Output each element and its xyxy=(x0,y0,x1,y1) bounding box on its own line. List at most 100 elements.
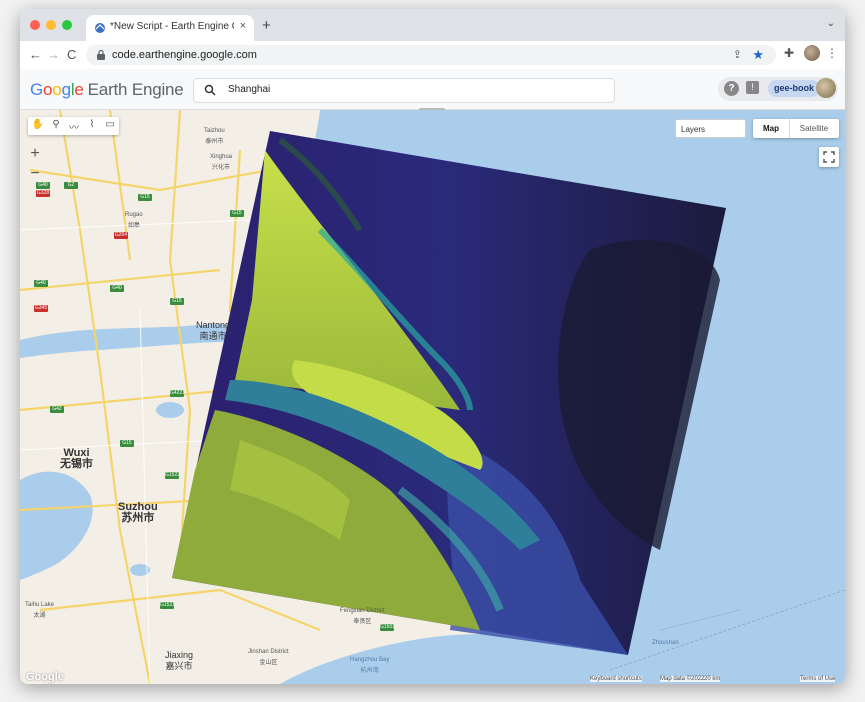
place-label: Fengxian District 奉贤区 xyxy=(340,606,385,628)
place-name-en: Nantong xyxy=(196,320,231,330)
pan-hand-icon[interactable]: ✋ xyxy=(29,119,47,133)
road-shield: G345 xyxy=(34,305,48,312)
share-icon[interactable]: ⇪ xyxy=(733,48,742,61)
zoom-controls: + − xyxy=(27,144,43,184)
keyboard-shortcuts-link[interactable]: Keyboard shortcuts xyxy=(590,676,642,682)
fullscreen-icon xyxy=(823,151,835,163)
draw-rectangle-icon[interactable]: ▭ xyxy=(101,119,119,133)
reload-button[interactable]: C xyxy=(67,47,76,62)
place-name-en: Xinghua xyxy=(210,154,233,160)
place-name-en: Taizhou xyxy=(204,128,225,134)
add-marker-icon[interactable]: ⚲ xyxy=(47,119,65,133)
back-button[interactable]: ← xyxy=(29,47,42,62)
browser-window: *New Script - Earth Engine Co × + ⌄ ← → … xyxy=(20,9,845,684)
place-name-zh: 南通市 xyxy=(199,331,227,341)
road-shield: G204 xyxy=(114,232,128,239)
address-bar-row: ← → C code.earthengine.google.com ⇪ ★ ✚ … xyxy=(20,41,845,70)
fullscreen-button[interactable] xyxy=(819,147,839,167)
draw-polygon-icon[interactable]: ⌇ xyxy=(83,119,101,133)
draw-line-icon[interactable]: 〰 xyxy=(65,119,83,134)
place-name-zh: 太湖 xyxy=(33,613,46,619)
help-icon[interactable]: ? xyxy=(724,81,739,96)
place-label: Zhoushan xyxy=(652,638,679,649)
feedback-icon[interactable]: ! xyxy=(746,81,759,94)
place-name-zh: 无锡市 xyxy=(60,458,93,470)
close-window-icon[interactable] xyxy=(30,20,40,30)
place-name-en: Taihu Lake xyxy=(25,602,55,608)
place-label: Rugao 如皋 xyxy=(125,210,143,232)
logo-product-name: Earth Engine xyxy=(87,80,184,99)
gee-header: Google Earth Engine Shanghai ? ! gee-book xyxy=(20,69,845,110)
zoom-out-button[interactable]: − xyxy=(27,164,43,184)
place-name-zh: 苏州市 xyxy=(121,512,155,524)
place-label: Taihu Lake 太湖 xyxy=(25,600,54,622)
account-controls: ? ! gee-book xyxy=(718,77,838,101)
map-viewport[interactable]: Wuxi 无锡市 Suzhou 苏州市 Jiaxing 嘉兴市 Nantong 南通市 … xyxy=(20,110,845,684)
earth-engine-favicon-icon xyxy=(95,23,105,33)
road-shield: G328 xyxy=(36,190,50,197)
profile-avatar[interactable] xyxy=(804,45,820,61)
url-text: code.earthengine.google.com xyxy=(112,49,257,61)
user-avatar[interactable] xyxy=(816,78,836,98)
browser-menu-icon[interactable]: ⋮ xyxy=(826,46,838,60)
map-type-satellite-button[interactable]: Satellite xyxy=(789,119,839,138)
extensions-puzzle-icon[interactable]: ✚ xyxy=(784,46,794,60)
road-shield: G15 xyxy=(230,210,244,217)
maximize-window-icon[interactable] xyxy=(62,20,72,30)
drawing-tools: ✋ ⚲ 〰 ⌇ ▭ xyxy=(28,117,119,135)
tab-close-icon[interactable]: × xyxy=(240,20,246,32)
place-label: Wuxi 无锡市 xyxy=(60,448,93,470)
bookmark-star-icon[interactable]: ★ xyxy=(752,47,764,63)
place-name-zh: 嘉兴市 xyxy=(165,661,193,671)
map-data-attribution: Map data ©2022 xyxy=(660,676,705,682)
place-name-zh: 泰州市 xyxy=(205,139,224,145)
forward-button[interactable]: → xyxy=(47,47,60,62)
place-name-en: Jinshan District xyxy=(248,649,289,655)
road-shield: G1521 xyxy=(160,602,176,609)
road-shield: G1522 xyxy=(165,472,181,479)
layers-button[interactable]: Layers xyxy=(675,119,746,138)
place-label: Hangzhou Bay 杭州湾 xyxy=(350,655,389,677)
road-shield: G1501 xyxy=(380,624,396,631)
map-footer: Keyboard shortcuts Map data ©2022 20 km … xyxy=(20,675,845,684)
map-type-toggle: Map Satellite xyxy=(753,119,839,138)
logo-letter: o xyxy=(52,80,62,99)
map-type-map-button[interactable]: Map xyxy=(753,119,790,138)
address-bar[interactable]: code.earthengine.google.com ⇪ ★ xyxy=(86,45,776,65)
tab-search-chevron-icon[interactable]: ⌄ xyxy=(827,18,835,29)
user-account-button[interactable]: gee-book xyxy=(768,80,821,97)
tab-earth-engine[interactable]: *New Script - Earth Engine Co × xyxy=(86,15,254,41)
place-label: Jiaxing 嘉兴市 xyxy=(165,650,193,672)
logo-letter: o xyxy=(43,80,53,99)
place-name-zh: 金山区 xyxy=(259,660,278,666)
place-label: Nantong 南通市 xyxy=(196,320,230,342)
place-label: Xinghua 兴化市 xyxy=(210,152,232,174)
place-label: Jinshan District 金山区 xyxy=(248,647,289,669)
place-name-en: Zhoushan xyxy=(652,640,679,646)
tab-bar: *New Script - Earth Engine Co × + ⌄ xyxy=(20,9,845,41)
place-name-en: Fengxian District xyxy=(340,608,385,614)
minimize-window-icon[interactable] xyxy=(46,20,56,30)
road-shield: G42 xyxy=(50,406,64,413)
logo-letter: e xyxy=(74,80,84,99)
place-label: Taizhou 泰州市 xyxy=(204,126,225,148)
tab-title: *New Script - Earth Engine Co xyxy=(110,21,234,32)
place-name-en: Jiaxing xyxy=(165,650,194,660)
road-shield: G2 xyxy=(64,182,78,189)
place-name-zh: 兴化市 xyxy=(212,165,231,171)
road-shield: G4221 xyxy=(170,390,186,397)
place-label: Suzhou 苏州市 xyxy=(118,502,158,524)
road-shield: G15 xyxy=(170,298,184,305)
zoom-in-button[interactable]: + xyxy=(27,144,43,164)
place-name-en: Hangzhou Bay xyxy=(350,657,390,663)
place-name-zh: 奉贤区 xyxy=(353,619,372,625)
road-shield: G40 xyxy=(110,285,124,292)
search-icon xyxy=(204,84,216,96)
search-value: Shanghai xyxy=(228,84,271,95)
terms-of-use-link[interactable]: Terms of Use xyxy=(800,676,836,682)
places-search-input[interactable]: Shanghai xyxy=(193,78,615,103)
new-tab-button[interactable]: + xyxy=(262,17,271,34)
scale-bar[interactable]: 20 km xyxy=(704,676,721,682)
road-shield: G15 xyxy=(138,194,152,201)
earth-engine-logo[interactable]: Google Earth Engine xyxy=(30,80,184,100)
